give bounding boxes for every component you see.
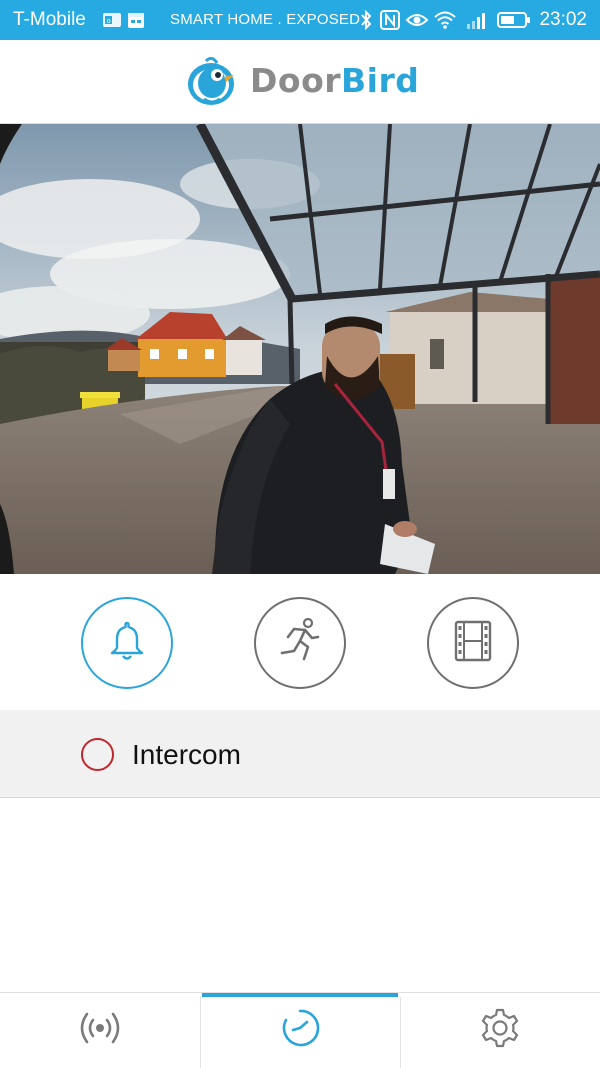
svg-text:o: o [107,17,111,25]
app-header: DoorBird [0,40,600,124]
doorbird-logo-icon [184,55,240,114]
intercom-label: Intercom [132,739,241,770]
wifi-icon [433,10,457,35]
clock-time: 23:02 [539,9,587,30]
intercom-status-indicator [81,738,114,771]
gear-icon [478,1006,522,1055]
status-banner: SMART HOME . EXPOSED [170,11,361,28]
film-icon [449,617,497,670]
bell-icon [103,617,151,670]
logo-word-door: Door [250,61,342,100]
tab-live[interactable] [0,993,200,1068]
broadcast-icon [76,1008,124,1053]
camera-image [0,124,600,574]
tab-settings[interactable] [400,993,600,1068]
calendar-icon [126,10,146,35]
camera-live-view[interactable] [0,124,600,574]
logo-wordmark: DoorBird [250,61,419,100]
motion-button[interactable] [254,597,346,689]
outlook-icon: o [102,10,122,35]
nfc-icon [380,10,400,35]
doorbell-button[interactable] [81,597,173,689]
logo-word-bird: Bird [341,61,420,100]
bluetooth-icon [358,9,374,35]
carrier-name: T-Mobile [13,9,86,30]
status-bar: T-Mobile o SMART HOME . EXPOSED 23:02 [0,0,600,40]
bottom-tab-bar [0,992,600,1068]
running-person-icon [274,615,326,672]
battery-icon [497,10,531,35]
recordings-button[interactable] [427,597,519,689]
clock-icon [278,1006,322,1055]
intercom-row[interactable]: Intercom [0,710,600,798]
eye-icon [405,10,429,35]
action-bar [0,574,600,710]
signal-icon [466,10,488,35]
tab-history[interactable] [200,993,400,1068]
